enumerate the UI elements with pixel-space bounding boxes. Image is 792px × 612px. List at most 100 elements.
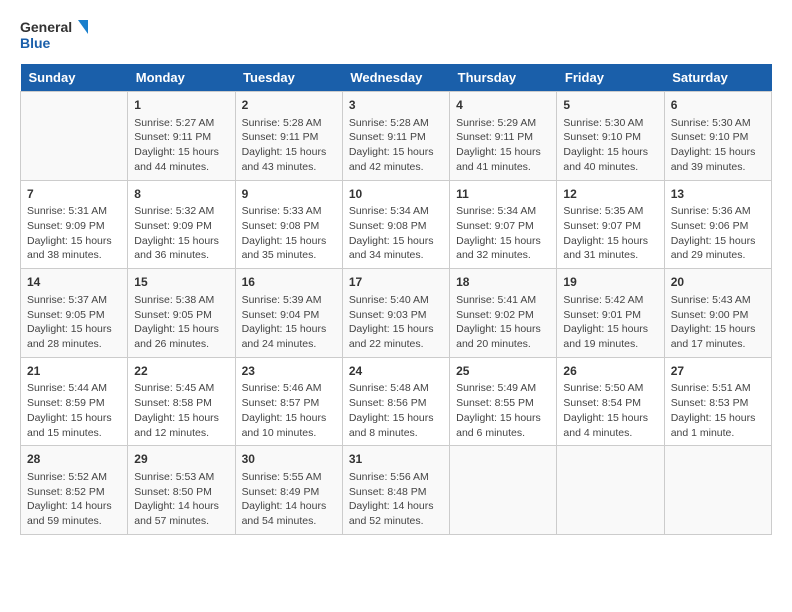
day-number: 3 [349, 97, 443, 114]
day-info: Sunrise: 5:29 AM Sunset: 9:11 PM Dayligh… [456, 116, 550, 175]
day-number: 8 [134, 186, 228, 203]
calendar-table: SundayMondayTuesdayWednesdayThursdayFrid… [20, 64, 772, 535]
calendar-week-row: 28 Sunrise: 5:52 AM Sunset: 8:52 PM Dayli… [21, 446, 772, 535]
weekday-header-cell: Saturday [664, 64, 771, 92]
calendar-day-cell: 14 Sunrise: 5:37 AM Sunset: 9:05 PM Dayli… [21, 269, 128, 358]
day-number: 12 [563, 186, 657, 203]
calendar-day-cell: 22Sunrise: 5:45 AM Sunset: 8:58 PM Dayli… [128, 357, 235, 446]
weekday-header-cell: Sunday [21, 64, 128, 92]
calendar-day-cell: 16 Sunrise: 5:39 AM Sunset: 9:04 PM Dayli… [235, 269, 342, 358]
calendar-day-cell: 15 Sunrise: 5:38 AM Sunset: 9:05 PM Dayli… [128, 269, 235, 358]
day-number: 6 [671, 97, 765, 114]
calendar-day-cell [664, 446, 771, 535]
calendar-day-cell: 7Sunrise: 5:31 AM Sunset: 9:09 PM Daylig… [21, 180, 128, 269]
calendar-day-cell: 20 Sunrise: 5:43 AM Sunset: 9:00 PM Dayli… [664, 269, 771, 358]
day-number: 27 [671, 363, 765, 380]
calendar-day-cell: 18Sunrise: 5:41 AM Sunset: 9:02 PM Dayli… [450, 269, 557, 358]
day-number: 13 [671, 186, 765, 203]
day-info: Sunrise: 5:36 AM Sunset: 9:06 PM Dayligh… [671, 204, 765, 263]
day-info: Sunrise: 5:50 AM Sunset: 8:54 PM Dayligh… [563, 381, 657, 440]
calendar-day-cell: 30 Sunrise: 5:55 AM Sunset: 8:49 PM Dayli… [235, 446, 342, 535]
calendar-week-row: 7Sunrise: 5:31 AM Sunset: 9:09 PM Daylig… [21, 180, 772, 269]
day-number: 9 [242, 186, 336, 203]
calendar-day-cell: 31 Sunrise: 5:56 AM Sunset: 8:48 PM Dayli… [342, 446, 449, 535]
day-number: 26 [563, 363, 657, 380]
day-number: 16 [242, 274, 336, 291]
calendar-day-cell: 11Sunrise: 5:34 AM Sunset: 9:07 PM Dayli… [450, 180, 557, 269]
day-number: 25 [456, 363, 550, 380]
day-number: 10 [349, 186, 443, 203]
day-info: Sunrise: 5:42 AM Sunset: 9:01 PM Dayligh… [563, 293, 657, 352]
day-info: Sunrise: 5:52 AM Sunset: 8:52 PM Dayligh… [27, 470, 121, 529]
calendar-day-cell: 12Sunrise: 5:35 AM Sunset: 9:07 PM Dayli… [557, 180, 664, 269]
calendar-day-cell: 8Sunrise: 5:32 AM Sunset: 9:09 PM Daylig… [128, 180, 235, 269]
day-number: 5 [563, 97, 657, 114]
day-number: 19 [563, 274, 657, 291]
day-number: 11 [456, 186, 550, 203]
calendar-day-cell: 17Sunrise: 5:40 AM Sunset: 9:03 PM Dayli… [342, 269, 449, 358]
day-info: Sunrise: 5:33 AM Sunset: 9:08 PM Dayligh… [242, 204, 336, 263]
calendar-day-cell: 6Sunrise: 5:30 AM Sunset: 9:10 PM Daylig… [664, 92, 771, 181]
calendar-day-cell [557, 446, 664, 535]
day-number: 28 [27, 451, 121, 468]
svg-text:Blue: Blue [20, 35, 51, 51]
calendar-week-row: 1 Sunrise: 5:27 AM Sunset: 9:11 PM Daylig… [21, 92, 772, 181]
calendar-day-cell: 29Sunrise: 5:53 AM Sunset: 8:50 PM Dayli… [128, 446, 235, 535]
calendar-day-cell: 1 Sunrise: 5:27 AM Sunset: 9:11 PM Daylig… [128, 92, 235, 181]
calendar-day-cell: 5 Sunrise: 5:30 AM Sunset: 9:10 PM Daylig… [557, 92, 664, 181]
calendar-day-cell: 9Sunrise: 5:33 AM Sunset: 9:08 PM Daylig… [235, 180, 342, 269]
calendar-day-cell: 3 Sunrise: 5:28 AM Sunset: 9:11 PM Daylig… [342, 92, 449, 181]
day-info: Sunrise: 5:51 AM Sunset: 8:53 PM Dayligh… [671, 381, 765, 440]
day-info: Sunrise: 5:28 AM Sunset: 9:11 PM Dayligh… [349, 116, 443, 175]
day-info: Sunrise: 5:41 AM Sunset: 9:02 PM Dayligh… [456, 293, 550, 352]
day-number: 30 [242, 451, 336, 468]
page-header: General Blue [20, 16, 772, 56]
day-number: 24 [349, 363, 443, 380]
calendar-day-cell: 13Sunrise: 5:36 AM Sunset: 9:06 PM Dayli… [664, 180, 771, 269]
day-info: Sunrise: 5:38 AM Sunset: 9:05 PM Dayligh… [134, 293, 228, 352]
logo-svg: General Blue [20, 16, 90, 56]
calendar-day-cell: 21Sunrise: 5:44 AM Sunset: 8:59 PM Dayli… [21, 357, 128, 446]
day-number: 29 [134, 451, 228, 468]
day-info: Sunrise: 5:27 AM Sunset: 9:11 PM Dayligh… [134, 116, 228, 175]
svg-text:General: General [20, 19, 72, 35]
calendar-day-cell: 10Sunrise: 5:34 AM Sunset: 9:08 PM Dayli… [342, 180, 449, 269]
day-number: 4 [456, 97, 550, 114]
weekday-header-cell: Monday [128, 64, 235, 92]
day-number: 23 [242, 363, 336, 380]
day-info: Sunrise: 5:43 AM Sunset: 9:00 PM Dayligh… [671, 293, 765, 352]
day-info: Sunrise: 5:37 AM Sunset: 9:05 PM Dayligh… [27, 293, 121, 352]
weekday-header-cell: Thursday [450, 64, 557, 92]
day-number: 31 [349, 451, 443, 468]
day-info: Sunrise: 5:35 AM Sunset: 9:07 PM Dayligh… [563, 204, 657, 263]
day-number: 7 [27, 186, 121, 203]
calendar-day-cell [21, 92, 128, 181]
day-number: 22 [134, 363, 228, 380]
day-number: 20 [671, 274, 765, 291]
day-number: 17 [349, 274, 443, 291]
day-info: Sunrise: 5:34 AM Sunset: 9:08 PM Dayligh… [349, 204, 443, 263]
weekday-header-row: SundayMondayTuesdayWednesdayThursdayFrid… [21, 64, 772, 92]
day-info: Sunrise: 5:28 AM Sunset: 9:11 PM Dayligh… [242, 116, 336, 175]
calendar-week-row: 21Sunrise: 5:44 AM Sunset: 8:59 PM Dayli… [21, 357, 772, 446]
day-info: Sunrise: 5:34 AM Sunset: 9:07 PM Dayligh… [456, 204, 550, 263]
day-number: 15 [134, 274, 228, 291]
calendar-day-cell: 4 Sunrise: 5:29 AM Sunset: 9:11 PM Daylig… [450, 92, 557, 181]
logo: General Blue [20, 16, 90, 56]
day-number: 21 [27, 363, 121, 380]
calendar-body: 1 Sunrise: 5:27 AM Sunset: 9:11 PM Daylig… [21, 92, 772, 535]
calendar-day-cell: 23Sunrise: 5:46 AM Sunset: 8:57 PM Dayli… [235, 357, 342, 446]
day-number: 1 [134, 97, 228, 114]
calendar-day-cell: 2Sunrise: 5:28 AM Sunset: 9:11 PM Daylig… [235, 92, 342, 181]
day-info: Sunrise: 5:30 AM Sunset: 9:10 PM Dayligh… [563, 116, 657, 175]
day-info: Sunrise: 5:48 AM Sunset: 8:56 PM Dayligh… [349, 381, 443, 440]
day-info: Sunrise: 5:55 AM Sunset: 8:49 PM Dayligh… [242, 470, 336, 529]
day-number: 14 [27, 274, 121, 291]
calendar-day-cell: 24Sunrise: 5:48 AM Sunset: 8:56 PM Dayli… [342, 357, 449, 446]
day-info: Sunrise: 5:56 AM Sunset: 8:48 PM Dayligh… [349, 470, 443, 529]
calendar-day-cell: 19 Sunrise: 5:42 AM Sunset: 9:01 PM Dayli… [557, 269, 664, 358]
day-info: Sunrise: 5:39 AM Sunset: 9:04 PM Dayligh… [242, 293, 336, 352]
day-info: Sunrise: 5:45 AM Sunset: 8:58 PM Dayligh… [134, 381, 228, 440]
calendar-day-cell: 26Sunrise: 5:50 AM Sunset: 8:54 PM Dayli… [557, 357, 664, 446]
calendar-day-cell: 25Sunrise: 5:49 AM Sunset: 8:55 PM Dayli… [450, 357, 557, 446]
